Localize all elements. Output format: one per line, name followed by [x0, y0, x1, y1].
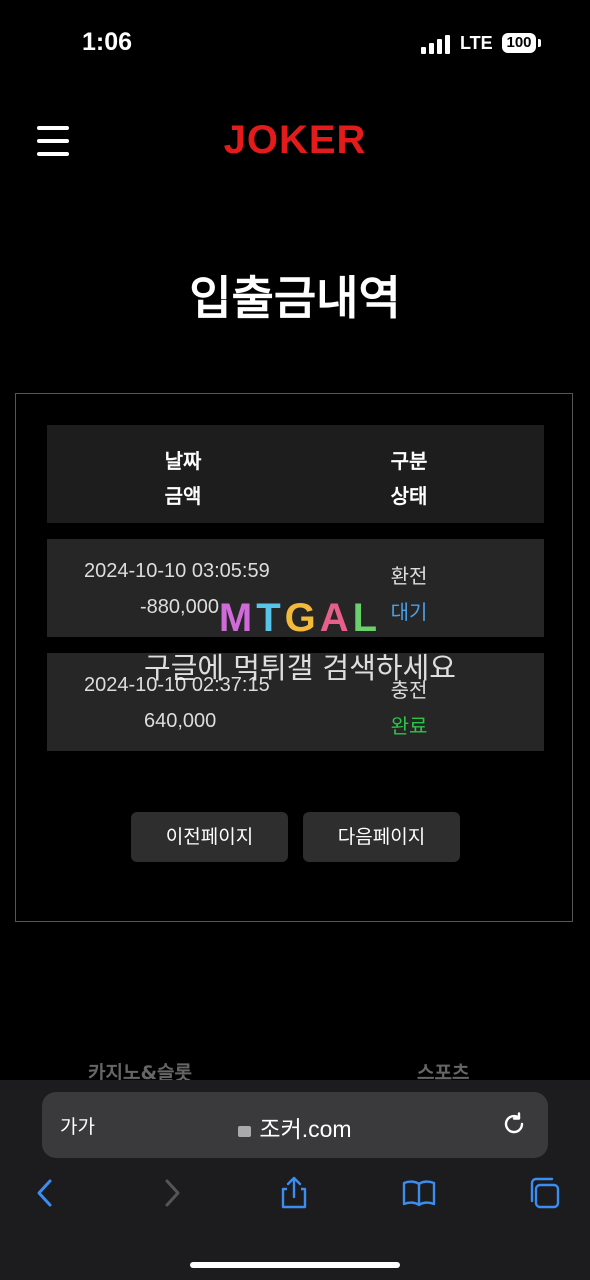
row-amount: 640,000: [144, 710, 217, 732]
header-type: 구분: [390, 449, 428, 473]
page-title: 입출금내역: [189, 271, 401, 325]
table-row: 2024-10-10 02:37:15 640,000 충전 완료: [47, 653, 544, 751]
back-icon[interactable]: [28, 1176, 62, 1210]
url-text[interactable]: 조커.com: [42, 1110, 548, 1144]
network-label: LTE: [460, 33, 493, 53]
bookmarks-icon[interactable]: [402, 1176, 436, 1210]
next-page-button[interactable]: 다음페이지: [303, 812, 460, 862]
url-label: 조커.com: [259, 1116, 352, 1142]
prev-page-button[interactable]: 이전페이지: [131, 812, 288, 862]
row-status: 대기: [390, 600, 428, 624]
battery-icon: 100: [502, 33, 536, 53]
row-status: 완료: [390, 714, 428, 738]
header-amount: 금액: [164, 484, 202, 508]
forward-icon[interactable]: [155, 1176, 189, 1210]
site-logo[interactable]: JOKER: [0, 118, 590, 163]
signal-icon: [421, 34, 451, 54]
tabs-icon[interactable]: [527, 1176, 561, 1210]
transaction-panel: 날짜 금액 구분 상태 2024-10-10 03:05:59 -880,000…: [15, 393, 573, 922]
battery-tip: [538, 39, 541, 47]
home-indicator: [190, 1262, 400, 1268]
status-bar: 1:06 LTE 100: [0, 0, 590, 90]
row-date: 2024-10-10 03:05:59: [84, 560, 270, 582]
share-icon[interactable]: [277, 1176, 311, 1210]
table-row: 2024-10-10 03:05:59 -880,000 환전 대기: [47, 539, 544, 637]
status-time: 1:06: [82, 28, 133, 56]
browser-toolbar: 가가 조커.com: [0, 1080, 590, 1280]
reload-icon[interactable]: [500, 1110, 528, 1138]
header-status: 상태: [390, 484, 428, 508]
lock-icon: [238, 1126, 252, 1137]
row-type: 충전: [390, 678, 428, 702]
header-date: 날짜: [164, 449, 202, 473]
table-header: 날짜 금액 구분 상태: [47, 425, 544, 523]
address-bar[interactable]: 가가 조커.com: [42, 1092, 548, 1158]
row-type: 환전: [390, 564, 428, 588]
row-amount: -880,000: [140, 596, 219, 618]
row-date: 2024-10-10 02:37:15: [84, 674, 270, 696]
